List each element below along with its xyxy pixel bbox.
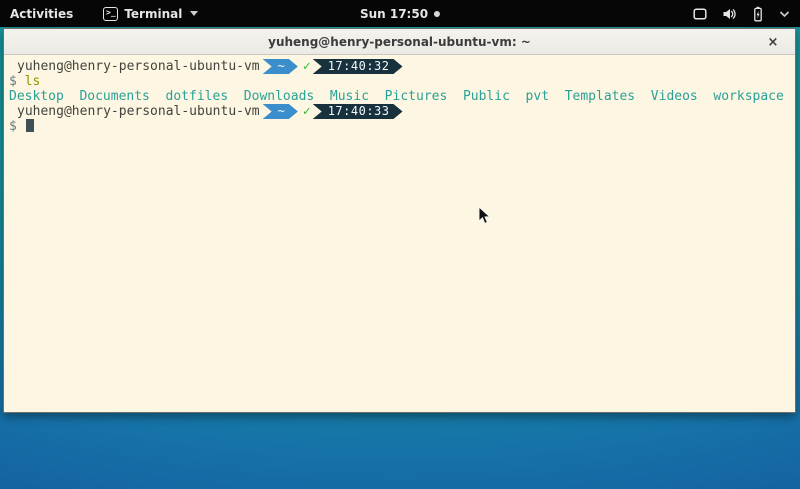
activities-label: Activities: [10, 7, 73, 21]
desktop: { "top_bar": { "activities_label": "Acti…: [0, 0, 800, 489]
battery-charging-icon: [750, 6, 766, 22]
prompt-symbol: $: [9, 119, 17, 134]
status-check-icon: ✓: [303, 104, 311, 119]
cwd-segment: ~: [263, 104, 298, 119]
window-titlebar[interactable]: yuheng@henry-personal-ubuntu-vm: ~ ×: [4, 29, 795, 55]
command-line: $ ls: [9, 74, 795, 89]
display-icon: [692, 6, 708, 22]
app-menu-label: Terminal: [124, 7, 182, 21]
terminal-app-menu[interactable]: >_ Terminal: [93, 0, 208, 27]
typed-command: ls: [25, 74, 41, 89]
top-bar: Activities >_ Terminal Sun 17:50: [0, 0, 800, 27]
status-check-icon: ✓: [303, 59, 311, 74]
system-menu-button[interactable]: [682, 0, 800, 27]
volume-icon: [721, 6, 737, 22]
chevron-down-icon: [779, 10, 790, 18]
close-button[interactable]: ×: [760, 29, 786, 55]
input-line: $: [9, 119, 795, 134]
prompt-line: yuheng@henry-personal-ubuntu-vm ~ ✓ 17:4…: [9, 104, 795, 119]
terminal-window: yuheng@henry-personal-ubuntu-vm: ~ × yuh…: [3, 28, 796, 413]
activities-button[interactable]: Activities: [0, 0, 83, 27]
prompt-line: yuheng@henry-personal-ubuntu-vm ~ ✓ 17:4…: [9, 59, 795, 74]
prompt-user: yuheng@henry-personal-ubuntu-vm: [9, 104, 260, 119]
clock-label: Sun 17:50: [360, 7, 428, 21]
prompt-user: yuheng@henry-personal-ubuntu-vm: [9, 59, 260, 74]
time-segment: 17:40:33: [313, 104, 403, 119]
notification-dot-icon: [434, 11, 440, 17]
terminal-screen[interactable]: yuheng@henry-personal-ubuntu-vm ~ ✓ 17:4…: [4, 55, 795, 412]
cwd-segment: ~: [263, 59, 298, 74]
terminal-app-icon: >_: [103, 7, 118, 21]
prompt-symbol: $: [9, 74, 17, 89]
mouse-pointer-icon: [478, 206, 491, 229]
time-segment: 17:40:32: [313, 59, 403, 74]
text-cursor: [26, 119, 34, 132]
window-title: yuheng@henry-personal-ubuntu-vm: ~: [268, 35, 531, 49]
ls-output-line: Desktop Documents dotfiles Downloads Mus…: [9, 89, 795, 104]
clock-button[interactable]: Sun 17:50: [360, 0, 440, 27]
caret-down-icon: [190, 11, 198, 16]
